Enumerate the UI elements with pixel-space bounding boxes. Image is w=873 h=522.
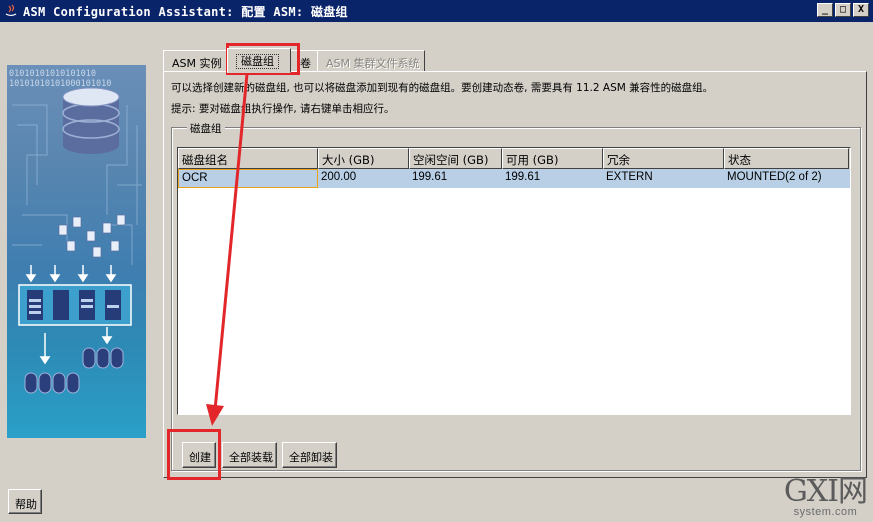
window-title: ASM Configuration Assistant: 配置 ASM: 磁盘组: [23, 4, 348, 19]
java-icon: [3, 3, 19, 19]
table-row[interactable]: OCR 200.00 199.61 199.61 EXTERN MOUNTED(…: [178, 169, 850, 188]
column-header-name[interactable]: 磁盘组名: [178, 148, 318, 169]
create-button[interactable]: 创建: [182, 442, 216, 468]
art-binary-text-2: 10101010101000101010: [9, 79, 111, 89]
disk-group-section-label: 磁盘组: [187, 121, 225, 136]
watermark-sub: system.com: [793, 506, 858, 518]
wizard-art-image: 01010101010101010 10101010101000101010: [7, 65, 146, 438]
column-header-usable[interactable]: 可用 (GB): [502, 148, 603, 169]
panel-description: 可以选择创建新的磁盘组, 也可以将磁盘添加到现有的磁盘组。要创建动态卷, 需要具…: [171, 82, 714, 94]
art-binary-text-1: 01010101010101010: [9, 69, 96, 79]
minimize-button[interactable]: _: [817, 3, 833, 17]
database-icon: [62, 87, 120, 154]
disk-group-table[interactable]: 磁盘组名 大小 (GB) 空闲空间 (GB) 可用 (GB) 冗余 状态 OCR…: [177, 147, 851, 415]
tab-disk-groups-label: 磁盘组: [236, 54, 279, 69]
column-header-size[interactable]: 大小 (GB): [318, 148, 409, 169]
column-header-free[interactable]: 空闲空间 (GB): [409, 148, 502, 169]
watermark-logo: GXI网 system.com: [783, 474, 868, 519]
title-bar: ASM Configuration Assistant: 配置 ASM: 磁盘组…: [0, 0, 873, 22]
maximize-button[interactable]: □: [835, 3, 851, 17]
cell-name[interactable]: OCR: [178, 169, 318, 188]
tab-volumes[interactable]: 卷: [289, 50, 319, 72]
cell-redundancy[interactable]: EXTERN: [603, 169, 724, 188]
tab-asm-instance[interactable]: ASM 实例: [163, 50, 228, 72]
watermark-main: GXI网: [783, 474, 868, 509]
cell-state[interactable]: MOUNTED(2 of 2): [724, 169, 849, 188]
tab-disk-groups[interactable]: 磁盘组: [227, 48, 291, 73]
panel-hint: 提示: 要对磁盘组执行操作, 请右键单击相应行。: [171, 103, 395, 115]
cell-usable[interactable]: 199.61: [502, 169, 603, 188]
dismount-all-button[interactable]: 全部卸装: [282, 442, 337, 468]
column-header-redundancy[interactable]: 冗余: [603, 148, 724, 169]
table-header: 磁盘组名 大小 (GB) 空闲空间 (GB) 可用 (GB) 冗余 状态: [178, 148, 850, 169]
close-button[interactable]: X: [853, 3, 869, 17]
column-header-state[interactable]: 状态: [724, 148, 849, 169]
tab-acfs: ASM 集群文件系统: [317, 50, 425, 72]
cell-size[interactable]: 200.00: [318, 169, 409, 188]
help-button[interactable]: 帮助: [8, 489, 42, 514]
cell-free[interactable]: 199.61: [409, 169, 502, 188]
mount-all-button[interactable]: 全部装载: [222, 442, 277, 468]
